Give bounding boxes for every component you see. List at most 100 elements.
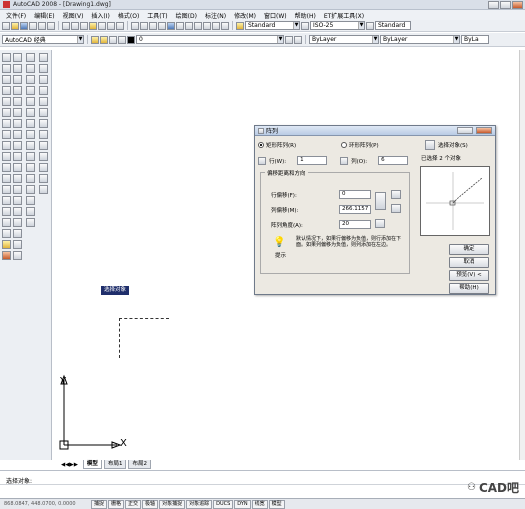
block-editor-icon[interactable] [98, 21, 106, 30]
save-icon[interactable] [20, 21, 28, 30]
explode-icon[interactable] [2, 218, 11, 227]
sun-icon[interactable] [109, 35, 117, 44]
sheet-set-icon[interactable] [194, 21, 202, 30]
redo-icon[interactable] [116, 21, 124, 30]
mirror-icon[interactable] [2, 75, 11, 84]
menu-modify[interactable]: 修改(M) [230, 11, 260, 20]
table-style-dropdown[interactable]: Standard [375, 21, 411, 30]
insert-block-icon[interactable] [13, 174, 22, 183]
copy-object-icon[interactable] [2, 64, 11, 73]
trim-icon[interactable] [2, 152, 11, 161]
ellipse-arc-icon[interactable] [13, 163, 22, 172]
mtext-icon[interactable] [13, 251, 22, 260]
circle-icon[interactable] [39, 119, 48, 128]
preview-icon[interactable] [38, 21, 46, 30]
calculator-icon[interactable] [212, 21, 220, 30]
snap-endpoint-icon[interactable] [26, 75, 35, 84]
workspace-dropdown[interactable]: AutoCAD 经典 ▼ [2, 35, 84, 44]
polygon-icon[interactable] [39, 86, 48, 95]
menu-draw[interactable]: 绘图(D) [172, 11, 201, 20]
cut-icon[interactable] [62, 21, 70, 30]
dim-style-dropdown[interactable]: ISO-25 ▼ [310, 21, 365, 30]
dim-style-icon[interactable] [301, 21, 309, 30]
toggle-osnap[interactable]: 对象捕捉 [159, 499, 186, 509]
columns-input[interactable]: 6 [378, 156, 409, 165]
color-swatch-icon[interactable] [127, 35, 135, 44]
pick-col-offset-icon[interactable] [391, 204, 401, 213]
zoom-realtime-icon[interactable] [140, 21, 148, 30]
polygon-icon[interactable] [13, 86, 22, 95]
chamfer-icon[interactable] [2, 196, 11, 205]
menu-et-tools[interactable]: ET扩展工具(X) [320, 11, 368, 20]
region-icon[interactable] [13, 229, 22, 238]
layer-previous-icon[interactable] [294, 35, 302, 44]
polar-array-radio[interactable]: 环形阵列(P) [341, 141, 379, 149]
xline-icon[interactable] [39, 64, 48, 73]
select-objects-button[interactable]: 选择对象(S) [425, 140, 468, 150]
print-icon[interactable] [29, 21, 37, 30]
rectangle-icon[interactable] [39, 97, 48, 106]
rotate-icon[interactable] [2, 119, 11, 128]
block-icon[interactable] [39, 163, 48, 172]
angle-input[interactable]: 20 [339, 220, 371, 229]
match-properties-icon[interactable] [89, 21, 97, 30]
menu-dimension[interactable]: 标注(N) [201, 11, 230, 20]
revision-cloud-icon[interactable] [13, 130, 22, 139]
rectangle-icon[interactable] [13, 97, 22, 106]
design-center-icon[interactable] [176, 21, 184, 30]
pick-both-offsets-icon[interactable] [375, 192, 386, 210]
snap-node-icon[interactable] [26, 196, 35, 205]
construction-line-icon[interactable] [13, 64, 22, 73]
scale-icon[interactable] [2, 130, 11, 139]
ellipse-icon[interactable] [39, 152, 48, 161]
copy-icon[interactable] [71, 21, 79, 30]
open-icon[interactable] [11, 21, 19, 30]
point-icon[interactable] [13, 196, 22, 205]
help-button[interactable]: 帮助(H) [449, 283, 489, 294]
tab-model[interactable]: 模型 [82, 460, 102, 469]
lightbulb-icon[interactable] [100, 35, 108, 44]
snap-nearest-icon[interactable] [26, 207, 35, 216]
preview-button[interactable]: 预览(V) < [449, 270, 489, 281]
pencil-icon[interactable] [2, 229, 11, 238]
line-icon[interactable] [13, 53, 22, 62]
offset-icon[interactable] [2, 86, 11, 95]
spline-icon[interactable] [13, 141, 22, 150]
table-icon[interactable] [13, 240, 22, 249]
arc-icon[interactable] [39, 108, 48, 117]
snap-extension-icon[interactable] [26, 119, 35, 128]
lock-icon[interactable] [118, 35, 126, 44]
text-icon[interactable] [39, 185, 48, 194]
properties-icon[interactable] [167, 21, 175, 30]
toggle-model[interactable]: 模型 [268, 499, 285, 509]
rows-input[interactable]: 1 [297, 156, 328, 165]
match-icon[interactable] [2, 240, 11, 249]
spline-icon[interactable] [39, 141, 48, 150]
new-icon[interactable] [2, 21, 10, 30]
row-offset-input[interactable]: 0 [339, 190, 371, 199]
tool-palettes-icon[interactable] [185, 21, 193, 30]
snap-quadrant-icon[interactable] [26, 141, 35, 150]
stretch-icon[interactable] [2, 141, 11, 150]
cloud-icon[interactable] [39, 130, 48, 139]
pline-icon[interactable] [39, 75, 48, 84]
dialog-close-icon[interactable] [476, 127, 492, 134]
close-button[interactable] [512, 1, 523, 9]
text-style-icon[interactable] [236, 21, 244, 30]
menu-edit[interactable]: 编辑(E) [30, 11, 58, 20]
command-window[interactable]: 选择对象: ⚇ CAD吧 [0, 470, 525, 498]
zoom-window-icon[interactable] [149, 21, 157, 30]
layer-dropdown[interactable]: 0 ▼ [136, 35, 284, 44]
toggle-dyn[interactable]: DYN [234, 499, 251, 509]
linetype-dropdown[interactable]: ByLayer ▼ [380, 35, 460, 44]
make-block-icon[interactable] [13, 185, 22, 194]
menu-insert[interactable]: 插入(I) [87, 11, 113, 20]
snap-none-icon[interactable] [26, 218, 35, 227]
hatch-icon[interactable] [39, 174, 48, 183]
array-icon[interactable] [2, 97, 11, 106]
cancel-button[interactable]: 取消 [449, 257, 489, 268]
tab-nav-arrows[interactable]: ◀◀▶▶ [58, 461, 81, 469]
redraw-icon[interactable] [2, 251, 11, 260]
snap-perpendicular-icon[interactable] [26, 163, 35, 172]
maximize-button[interactable] [500, 1, 511, 9]
